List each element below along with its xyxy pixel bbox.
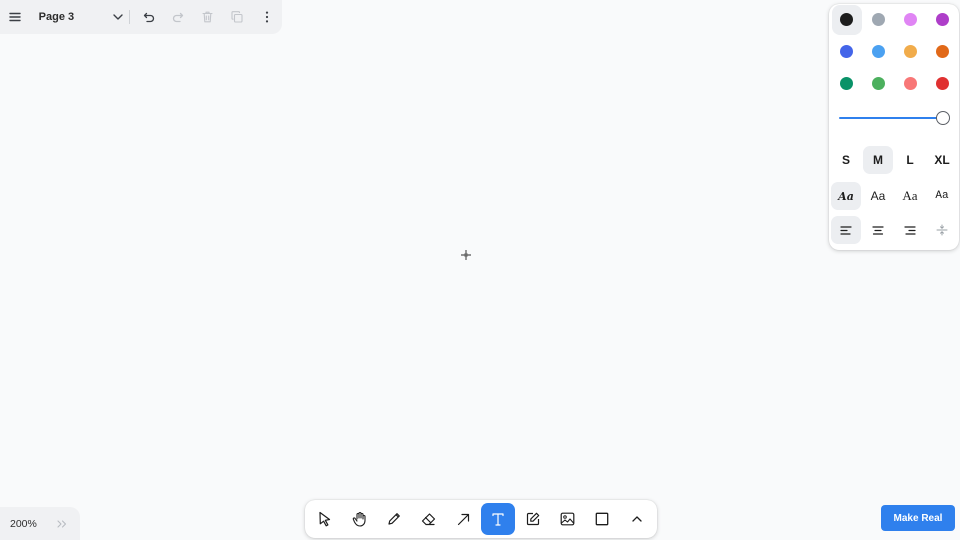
menu-bar: Page 3 xyxy=(0,0,282,34)
undo-icon xyxy=(143,12,154,22)
vertical-align-button[interactable] xyxy=(927,216,957,244)
pencil-icon xyxy=(388,513,401,525)
divider xyxy=(128,10,130,24)
align-right-button[interactable] xyxy=(895,216,925,244)
more-button[interactable] xyxy=(252,0,282,34)
style-panel: S M L XL Aa Aa Aa Aa xyxy=(829,4,959,250)
duplicate-button[interactable] xyxy=(223,0,253,34)
opacity-slider-thumb[interactable] xyxy=(936,111,950,125)
menu-icon xyxy=(9,12,21,22)
vertical-align-icon xyxy=(936,224,948,236)
eraser-tool[interactable] xyxy=(412,503,446,535)
hand-icon xyxy=(352,511,366,527)
select-tool[interactable] xyxy=(308,503,342,535)
chevron-down-icon xyxy=(113,14,123,20)
font-draw-button[interactable]: Aa xyxy=(831,182,861,210)
font-sans-button[interactable]: Aa xyxy=(863,182,893,210)
hand-tool[interactable] xyxy=(343,503,377,535)
more-tools-button[interactable] xyxy=(619,503,653,535)
color-swatch-green[interactable] xyxy=(840,77,853,90)
eraser-icon xyxy=(422,513,436,526)
page-name: Page 3 xyxy=(38,11,75,23)
minimap-toggle[interactable] xyxy=(50,507,74,540)
arrow-icon xyxy=(457,513,470,525)
size-m-button[interactable]: M xyxy=(863,146,893,174)
color-swatch-light-red[interactable] xyxy=(904,77,917,90)
size-l-button[interactable]: L xyxy=(895,146,925,174)
text-icon xyxy=(492,512,504,526)
size-s-button[interactable]: S xyxy=(831,146,861,174)
select-icon xyxy=(319,511,331,527)
font-serif-button[interactable]: Aa xyxy=(895,182,925,210)
color-swatch-red[interactable] xyxy=(936,77,949,90)
color-swatch-light-blue[interactable] xyxy=(872,45,885,58)
page-menu-button[interactable]: Page 3 xyxy=(30,0,127,34)
redo-button[interactable] xyxy=(163,0,193,34)
zoom-controls: 200% xyxy=(0,507,80,540)
undo-button[interactable] xyxy=(134,0,164,34)
more-icon xyxy=(266,11,269,23)
color-swatch-blue[interactable] xyxy=(840,45,853,58)
opacity-slider-track[interactable] xyxy=(839,117,943,119)
color-swatch-yellow[interactable] xyxy=(904,45,917,58)
align-left-button[interactable] xyxy=(831,216,861,244)
main-menu-button[interactable] xyxy=(0,0,30,34)
duplicate-icon xyxy=(231,11,244,23)
align-right-icon xyxy=(904,225,916,235)
align-center-icon xyxy=(872,225,884,235)
arrow-tool[interactable] xyxy=(446,503,480,535)
align-left-icon xyxy=(840,225,852,235)
color-swatch-grey[interactable] xyxy=(872,13,885,26)
make-real-button[interactable]: Make Real xyxy=(881,505,955,531)
delete-button[interactable] xyxy=(193,0,223,34)
color-swatch-black[interactable] xyxy=(840,13,853,26)
text-tool[interactable] xyxy=(480,503,516,535)
rectangle-tool[interactable] xyxy=(585,503,619,535)
size-xl-button[interactable]: XL xyxy=(927,146,957,174)
font-mono-button[interactable]: Aa xyxy=(927,182,957,210)
draw-tool[interactable] xyxy=(377,503,411,535)
color-swatch-orange[interactable] xyxy=(936,45,949,58)
media-tool[interactable] xyxy=(550,503,584,535)
note-icon xyxy=(526,512,540,526)
chevron-up-icon xyxy=(631,516,642,522)
rectangle-icon xyxy=(595,512,609,526)
color-swatch-light-violet[interactable] xyxy=(904,13,917,26)
align-center-button[interactable] xyxy=(863,216,893,244)
canvas[interactable] xyxy=(0,0,960,540)
color-swatch-light-green[interactable] xyxy=(872,77,885,90)
crosshair-cursor-icon xyxy=(461,250,471,260)
trash-icon xyxy=(202,11,213,23)
double-chevron-right-icon xyxy=(57,519,67,528)
zoom-level[interactable]: 200% xyxy=(0,518,50,530)
image-icon xyxy=(560,512,575,526)
toolbar xyxy=(305,500,657,538)
note-tool[interactable] xyxy=(516,503,550,535)
redo-icon xyxy=(173,12,184,22)
color-swatch-violet[interactable] xyxy=(936,13,949,26)
